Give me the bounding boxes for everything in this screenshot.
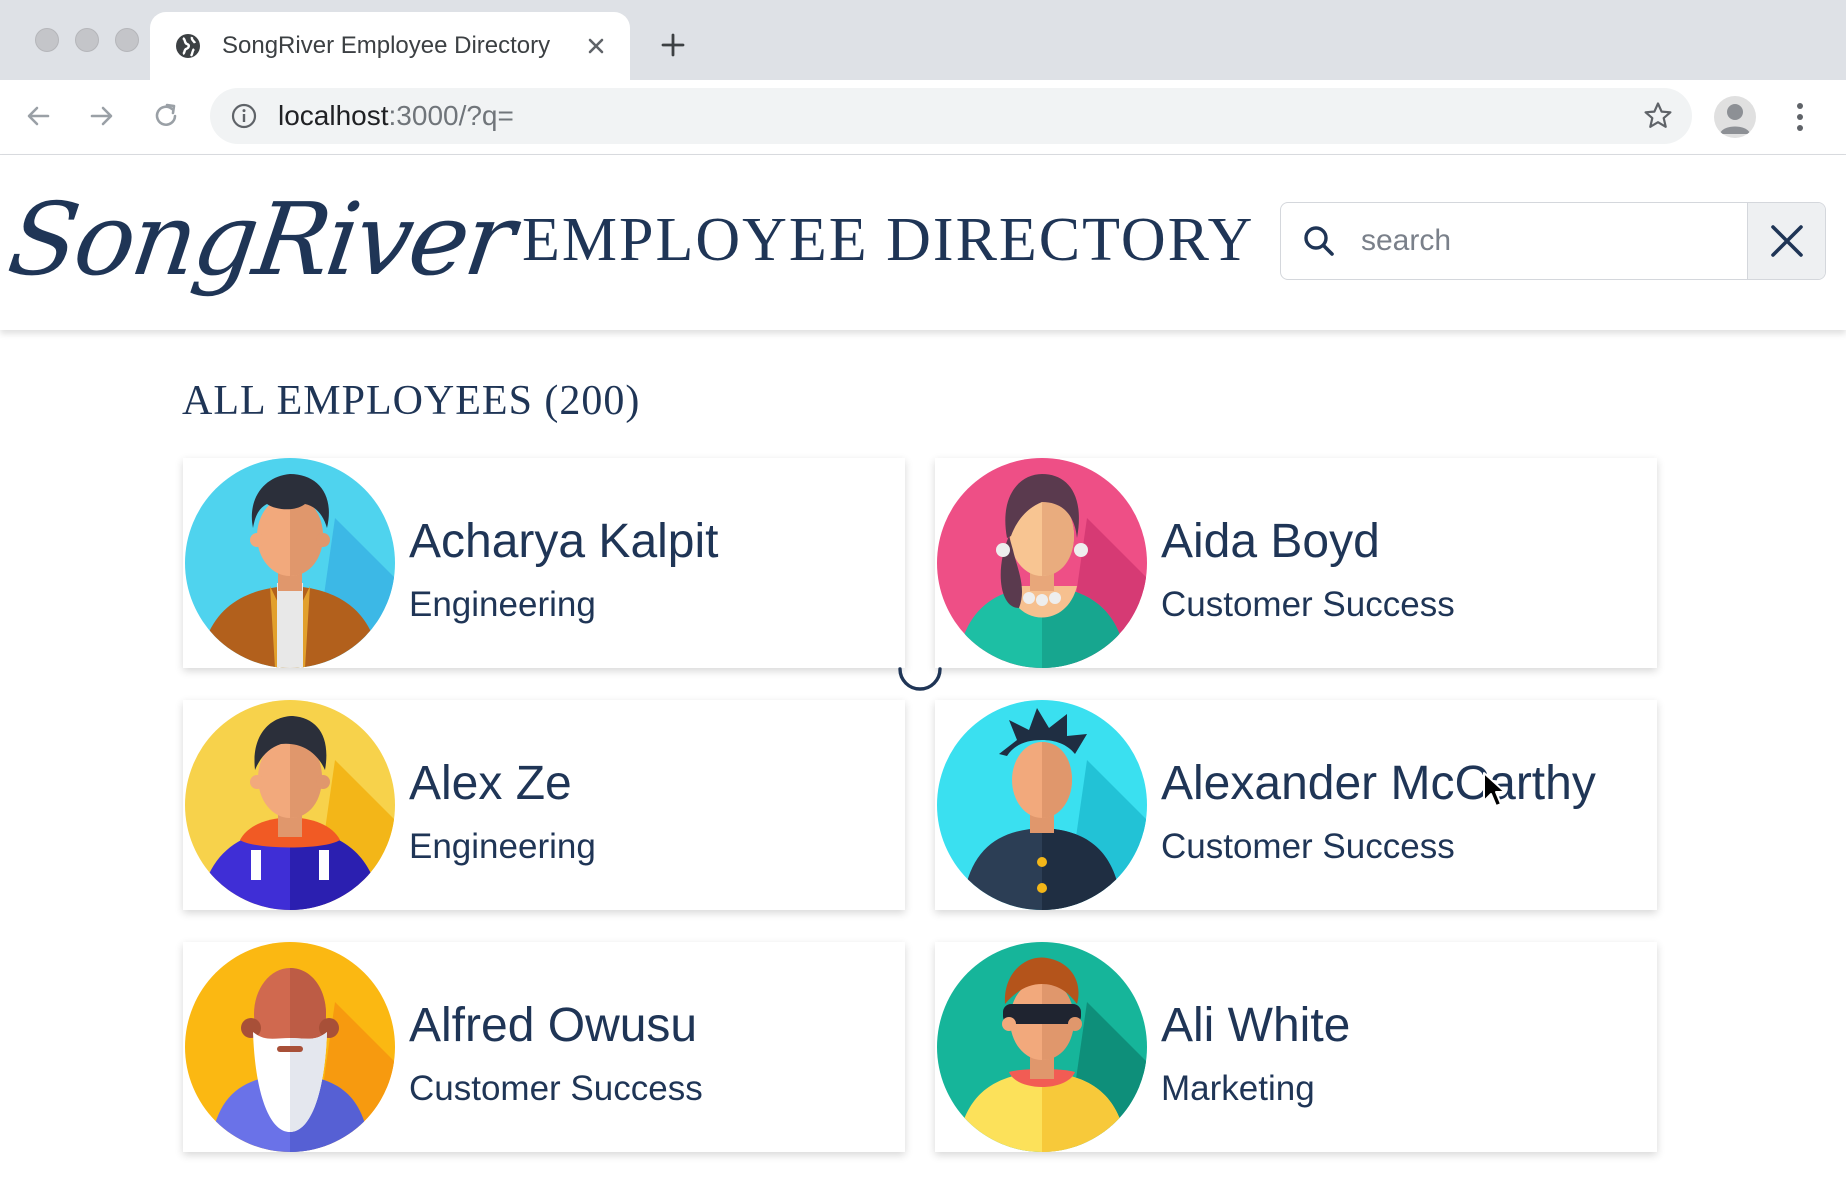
kebab-menu-icon[interactable] — [1788, 100, 1812, 134]
employee-department: Engineering — [409, 585, 596, 624]
avatar — [185, 942, 395, 1152]
reload-icon[interactable] — [150, 100, 182, 132]
info-icon[interactable] — [230, 102, 258, 130]
browser-tab-strip: SongRiver Employee Directory — [0, 0, 1846, 80]
app-header: SongRiver EMPLOYEE DIRECTORY — [0, 155, 1846, 330]
window-minimize-dot[interactable] — [75, 28, 99, 52]
employee-department: Engineering — [409, 827, 596, 866]
profile-icon[interactable] — [1714, 96, 1756, 138]
window-close-dot[interactable] — [35, 28, 59, 52]
avatar — [937, 942, 1147, 1152]
employee-department: Customer Success — [1161, 827, 1455, 866]
star-icon[interactable] — [1642, 100, 1674, 132]
employee-name: Ali White — [1161, 999, 1351, 1052]
employee-card[interactable]: Acharya Kalpit Engineering — [183, 458, 905, 668]
employee-card[interactable]: Alex Ze Engineering — [183, 700, 905, 910]
search-icon — [1304, 226, 1334, 256]
songriver-logo[interactable]: SongRiver — [2, 181, 519, 298]
employee-name: Alexander McCarthy — [1161, 757, 1596, 810]
clear-search-button[interactable] — [1747, 203, 1825, 279]
browser-tab-active[interactable]: SongRiver Employee Directory — [150, 12, 630, 80]
section-title: ALL EMPLOYEES (200) — [182, 378, 641, 424]
url-text[interactable]: localhost:3000/?q= — [278, 100, 514, 132]
address-bar[interactable]: localhost:3000/?q= — [210, 88, 1692, 144]
loading-spinner — [898, 667, 942, 691]
employee-department: Customer Success — [1161, 585, 1455, 624]
employee-card[interactable]: Aida Boyd Customer Success — [935, 458, 1657, 668]
back-arrow-icon[interactable] — [22, 100, 54, 132]
employee-department: Customer Success — [409, 1069, 703, 1108]
globe-icon — [176, 34, 200, 58]
employee-card[interactable]: Alexander McCarthy Customer Success — [935, 700, 1657, 910]
url-path: :3000/?q= — [388, 100, 514, 131]
avatar — [185, 458, 395, 668]
mouse-cursor — [1483, 772, 1506, 807]
employee-card[interactable]: Ali White Marketing — [935, 942, 1657, 1152]
avatar — [937, 700, 1147, 910]
employee-name: Aida Boyd — [1161, 515, 1380, 568]
forward-arrow-icon[interactable] — [86, 100, 118, 132]
browser-toolbar: localhost:3000/?q= — [0, 80, 1846, 155]
plus-icon[interactable] — [658, 30, 688, 60]
window-zoom-dot[interactable] — [115, 28, 139, 52]
employee-name: Alfred Owusu — [409, 999, 698, 1052]
search-box — [1280, 202, 1826, 280]
tab-title: SongRiver Employee Directory — [222, 32, 551, 59]
avatar — [185, 700, 395, 910]
employee-name: Acharya Kalpit — [409, 515, 719, 568]
employee-name: Alex Ze — [409, 757, 572, 810]
employee-department: Marketing — [1161, 1069, 1315, 1108]
url-host: localhost — [278, 100, 389, 131]
employee-card[interactable]: Alfred Owusu Customer Success — [183, 942, 905, 1152]
close-icon[interactable] — [582, 32, 610, 60]
clear-icon — [1771, 225, 1803, 257]
page-title: EMPLOYEE DIRECTORY — [522, 206, 1255, 274]
search-input[interactable] — [1361, 203, 1751, 279]
avatar — [937, 458, 1147, 668]
